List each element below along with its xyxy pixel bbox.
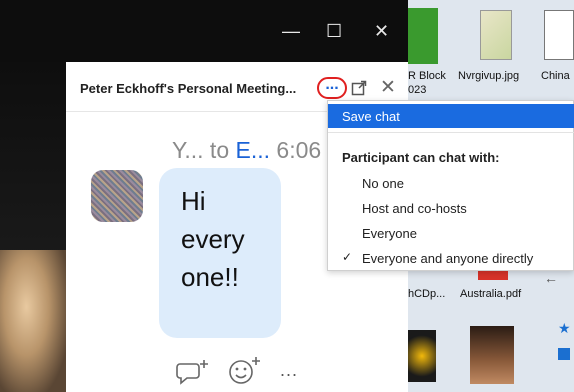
desktop-label: Nvrgivup.jpg: [458, 70, 520, 82]
desktop-label: China: [541, 70, 570, 82]
menu-item-label: Everyone: [362, 226, 417, 241]
screen: R Block 023 Nvrgivup.jpg China hCDp... A…: [0, 0, 574, 392]
menu-item-no-one[interactable]: No one: [328, 171, 574, 195]
minimize-icon[interactable]: —: [282, 22, 300, 40]
to-word: to: [203, 137, 236, 163]
star-icon[interactable]: ★: [558, 320, 571, 337]
menu-item-label: Everyone and anyone directly: [362, 251, 534, 266]
menu-item-host-cohosts[interactable]: Host and co-hosts: [328, 196, 574, 220]
maximize-icon[interactable]: ☐: [326, 22, 342, 40]
close-chat-icon[interactable]: ✕: [380, 76, 396, 99]
chat-title: Peter Eckhoff's Personal Meeting...: [80, 81, 297, 96]
message-more-icon[interactable]: ...: [280, 360, 298, 381]
checkmark-icon: ✓: [342, 250, 353, 264]
square-icon[interactable]: [558, 348, 570, 360]
back-arrow-icon[interactable]: ←: [544, 270, 558, 286]
reply-icon[interactable]: [176, 358, 210, 386]
avatar: [91, 170, 143, 222]
desktop-label: hCDp...: [408, 288, 446, 300]
window-titlebar: — ☐ ✕: [0, 0, 408, 62]
desktop-label: Australia.pdf: [460, 288, 522, 300]
message-meta: Y... to E... 6:06: [172, 137, 321, 164]
video-thumbnail: [0, 250, 66, 392]
image-file-icon[interactable]: [480, 10, 512, 60]
menu-item-label: Save chat: [342, 109, 400, 124]
chat-options-menu: Save chat Participant can chat with: No …: [327, 100, 574, 271]
close-icon[interactable]: ✕: [374, 22, 389, 40]
menu-item-everyone-directly[interactable]: ✓ Everyone and anyone directly: [328, 246, 574, 270]
message-bubble: Hi every one!!: [159, 168, 281, 338]
document-icon[interactable]: [544, 10, 574, 60]
emoji-icon[interactable]: [228, 356, 262, 386]
app-icon[interactable]: [408, 330, 436, 382]
menu-divider: [328, 132, 574, 133]
recipient-name[interactable]: E...: [236, 137, 271, 163]
message-text: Hi every one!!: [181, 186, 245, 292]
menu-item-everyone[interactable]: Everyone: [328, 221, 574, 245]
menu-item-save-chat[interactable]: Save chat: [328, 104, 574, 128]
photo-icon[interactable]: [470, 326, 514, 384]
message-time: 6:06: [270, 137, 322, 163]
menu-heading: Participant can chat with:: [342, 150, 500, 165]
desktop-label: 023: [408, 84, 427, 96]
more-options-button[interactable]: ...: [317, 77, 347, 99]
popout-icon[interactable]: [351, 80, 367, 96]
sender-name: Y...: [172, 137, 204, 163]
desktop-label: R Block: [408, 70, 446, 82]
menu-item-label: Host and co-hosts: [362, 201, 467, 216]
menu-item-label: No one: [362, 176, 404, 191]
file-icon-rblock[interactable]: [408, 8, 438, 64]
